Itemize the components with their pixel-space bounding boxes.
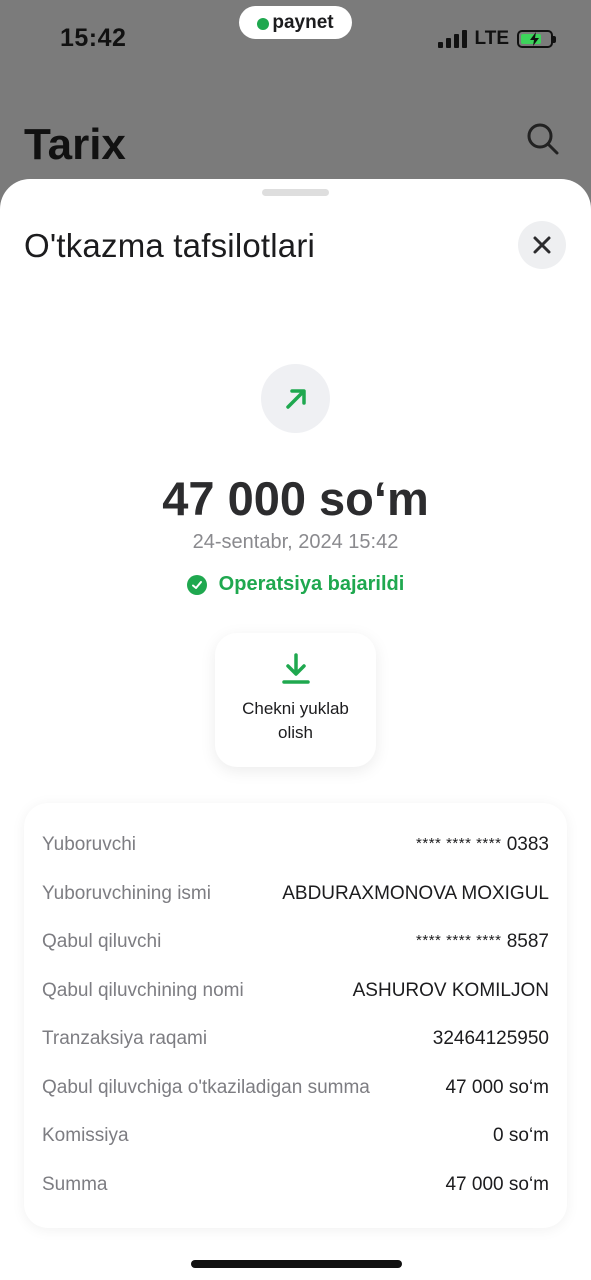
detail-value: ASHUROV KOMILJON (352, 980, 549, 1001)
status-time: 15:42 (60, 24, 127, 52)
detail-row-receiver-name: Qabul qiluvchining nomi ASHUROV KOMILJON (42, 976, 549, 1006)
detail-label: Summa (42, 1174, 108, 1195)
detail-value: 47 000 so‘m (445, 1077, 549, 1098)
detail-label: Yuboruvchi (42, 834, 137, 855)
detail-value: 47 000 so‘m (445, 1174, 549, 1195)
detail-label: Qabul qiluvchiga o'tkaziladigan summa (42, 1077, 370, 1098)
close-button[interactable] (518, 221, 566, 269)
background-page-title: Tarix (24, 120, 126, 169)
home-indicator (191, 1260, 402, 1268)
paynet-dot-icon (257, 18, 270, 30)
detail-label: Komissiya (42, 1125, 129, 1146)
detail-label: Qabul qiluvchi (42, 931, 162, 952)
download-receipt-button[interactable]: Chekni yuklab olish (215, 633, 376, 767)
detail-row-total: Summa 47 000 so‘m (42, 1170, 549, 1200)
network-type: LTE (474, 28, 509, 49)
detail-value: **** **** **** 8587 (416, 931, 549, 952)
transfer-details-card: Yuboruvchi **** **** **** 0383 Yuboruvch… (24, 803, 567, 1228)
outgoing-transfer-icon-badge (261, 364, 330, 433)
sheet-title: O'tkazma tafsilotlari (24, 227, 316, 264)
detail-value: 0 so‘m (493, 1125, 549, 1146)
battery-icon (517, 30, 556, 48)
detail-row-received-amount: Qabul qiluvchiga o'tkaziladigan summa 47… (42, 1073, 549, 1103)
transfer-details-sheet: O'tkazma tafsilotlari 47 000 so‘m 24-sen… (0, 179, 591, 1280)
search-icon[interactable] (526, 122, 560, 161)
paynet-pill: paynet (239, 6, 352, 39)
transfer-status: Operatsiya bajarildi (0, 573, 591, 596)
detail-row-transaction-id: Tranzaksiya raqami 32464125950 (42, 1024, 549, 1054)
download-receipt-label: Chekni yuklab olish (242, 699, 349, 742)
detail-label: Tranzaksiya raqami (42, 1028, 208, 1049)
detail-row-commission: Komissiya 0 so‘m (42, 1121, 549, 1151)
check-circle-icon (186, 574, 207, 595)
transfer-amount: 47 000 so‘m (162, 472, 429, 525)
detail-row-sender-name: Yuboruvchining ismi ABDURAXMONOVA MOXIGU… (42, 879, 549, 909)
close-icon (533, 236, 551, 254)
sheet-grabber[interactable] (262, 189, 329, 196)
arrow-up-right-icon (285, 388, 306, 409)
detail-value: ABDURAXMONOVA MOXIGUL (282, 883, 549, 904)
detail-row-sender-card: Yuboruvchi **** **** **** 0383 (42, 830, 549, 860)
detail-value: 32464125950 (432, 1028, 549, 1049)
detail-label: Qabul qiluvchining nomi (42, 980, 244, 1001)
detail-row-receiver-card: Qabul qiluvchi **** **** **** 8587 (42, 927, 549, 957)
status-text: Operatsiya bajarildi (218, 573, 405, 595)
detail-label: Yuboruvchining ismi (42, 883, 211, 904)
download-icon (281, 653, 310, 684)
brand-name: paynet (272, 11, 334, 33)
signal-icon (437, 30, 467, 48)
transfer-date: 24-sentabr, 2024 15:42 (192, 531, 399, 553)
status-icons: LTE (437, 28, 556, 50)
detail-value: **** **** **** 0383 (416, 834, 549, 855)
